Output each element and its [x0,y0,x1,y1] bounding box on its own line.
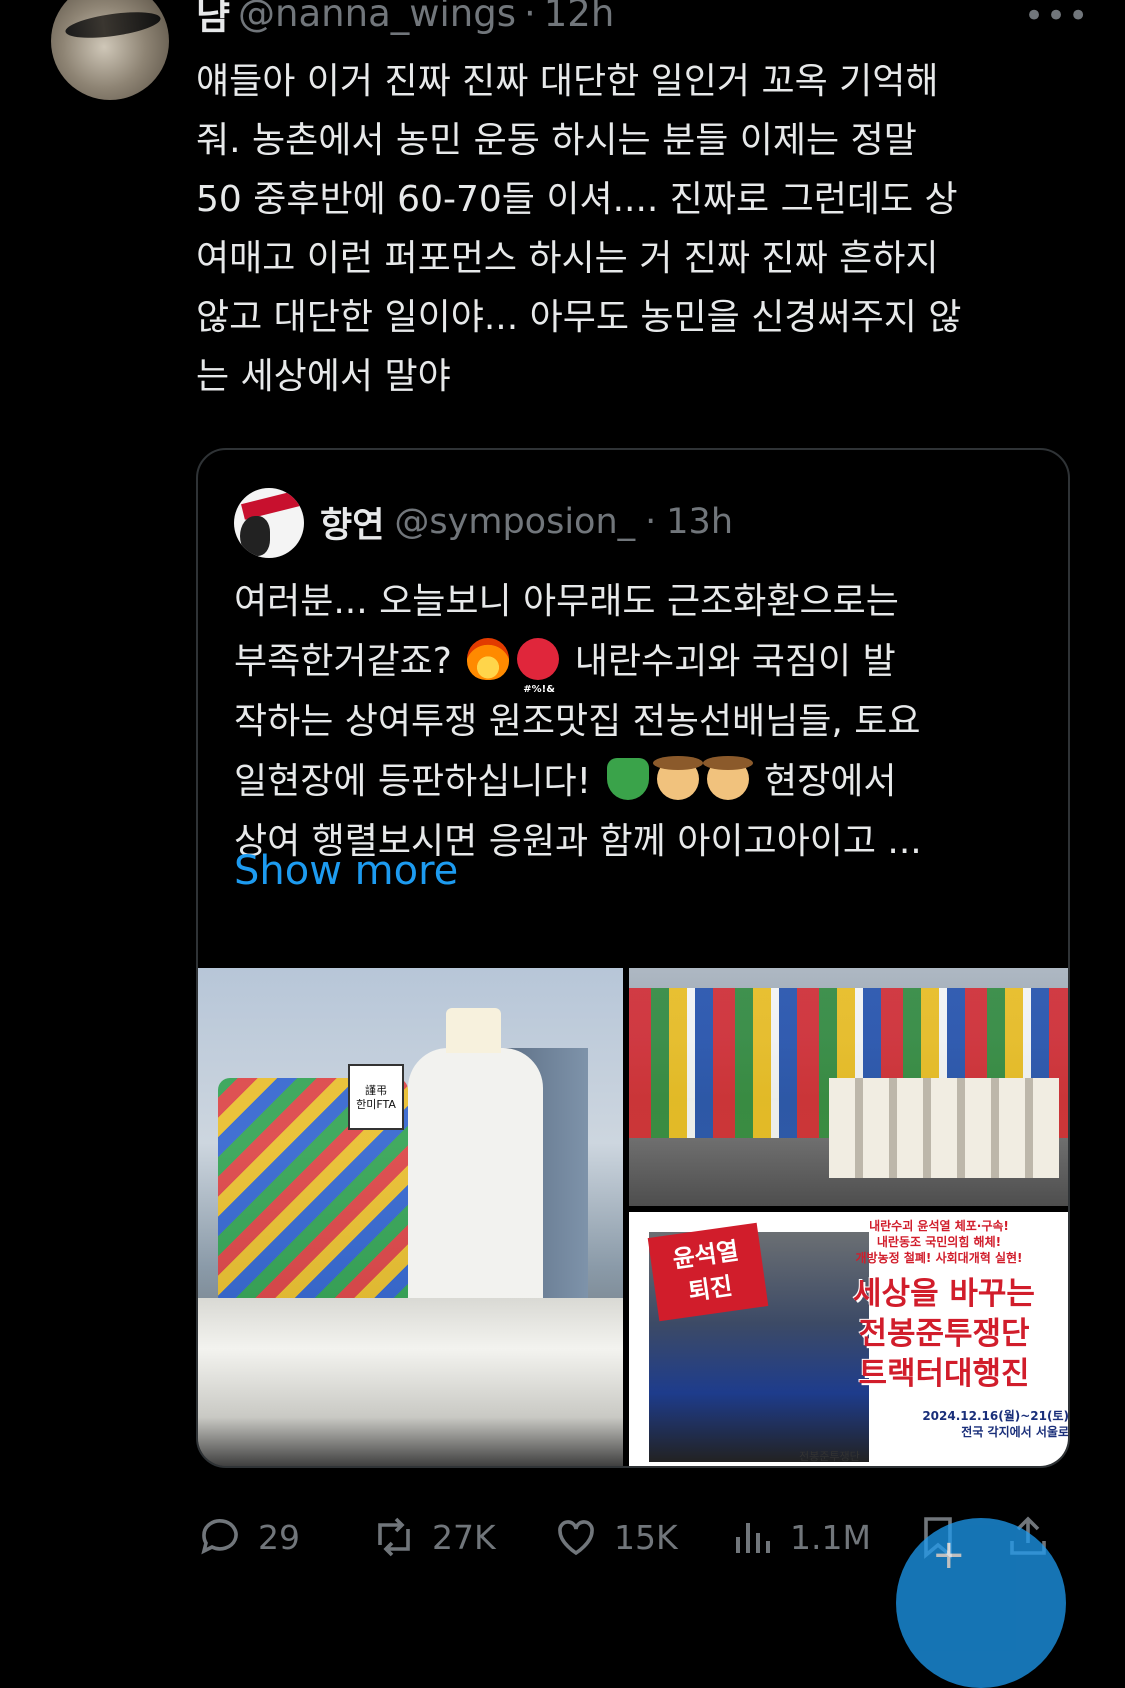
quoted-display-name[interactable]: 향연 [320,497,384,548]
quoted-line: 여러분... 오늘보니 아무래도 근조화환으로는 [234,581,899,622]
photo-procession-right[interactable] [629,968,1068,1206]
feather-image [63,7,163,43]
user-avatar[interactable] [51,0,169,100]
photo-sign-text: 謹弔 한미FTA [348,1064,404,1130]
photo-tractor-poster[interactable]: 윤석열 퇴진 내란수괴 윤석열 체포·구속! 내란동조 국민의힘 해체! 개방농… [629,1212,1069,1466]
like-count: 15K [614,1517,678,1557]
quoted-line: 일현장에 등판하십니다! [234,761,592,802]
tweet-text: 얘들아 이거 진짜 진짜 대단한 일인거 꼬옥 기억해 줘. 농촌에서 농민 운… [196,61,962,397]
quoted-line: 내란수괴와 국짐이 발 [574,641,896,682]
photo-procession-left[interactable]: 謹弔 한미FTA [198,968,623,1466]
angry-face-icon [517,638,560,720]
separator: · [645,502,657,542]
poster-stamp: 윤석열 퇴진 [647,1222,769,1322]
separator: · [524,0,536,35]
show-more-link[interactable]: Show more [234,848,458,894]
quoted-avatar[interactable] [234,488,304,558]
view-count: 1.1M [790,1517,871,1557]
media-grid: 謹弔 한미FTA 윤석열 퇴진 내란수괴 윤석열 체포·구속! 내란동조 국민의… [198,968,1069,1466]
reply-count: 29 [258,1517,300,1557]
repost-icon [378,1517,410,1557]
quoted-handle[interactable]: @symposion_ [394,502,635,542]
display-name[interactable]: 냠 [196,0,230,40]
poster-footer: 전봉준투쟁단 [799,1450,860,1463]
woman-farmer-icon [652,756,703,800]
quoted-line: 현장에서 [763,761,897,802]
quoted-timestamp: 13h [666,502,733,542]
user-handle[interactable]: @nanna_wings [238,0,516,35]
quoted-tweet[interactable]: 향연 @symposion_ · 13h 여러분... 오늘보니 아무래도 근조… [196,448,1070,1468]
heart-icon [558,1520,594,1556]
like-button[interactable]: 15K [552,1510,678,1564]
poster-slogans: 내란수괴 윤석열 체포·구속! 내란동조 국민의힘 해체! 개방농정 철폐! 사… [855,1219,1023,1265]
compose-plus-icon: + [932,1532,966,1578]
views-button[interactable]: 1.1M [728,1510,871,1564]
timestamp[interactable]: 12h [544,0,615,35]
tractor-icon [606,758,649,800]
more-options-icon[interactable]: ••• [1024,0,1090,36]
compose-button[interactable]: + [896,1518,1066,1688]
fire-icon [467,638,510,680]
tweet-header: 냠 @nanna_wings · 12h [196,0,614,38]
reply-button[interactable]: 29 [196,1510,300,1564]
quoted-line: 작하는 상여투쟁 원조맛집 전농선배님들, 토요 [234,701,921,742]
quoted-header: 향연 @symposion_ · 13h [320,496,733,548]
poster-headline: 세상을 바꾸는 전봉준투쟁단 트랙터대행진 [853,1276,1035,1392]
repost-button[interactable]: 27K [370,1510,496,1564]
poster-date: 2024.12.16(월)~21(토) 전국 각지에서 서울로 [922,1409,1069,1439]
views-icon [736,1523,770,1553]
man-farmer-icon [702,756,753,800]
quoted-line: 부족한거같죠? [234,641,452,682]
quoted-text: 여러분... 오늘보니 아무래도 근조화환으로는 부족한거같죠? 내란수괴와 국… [234,572,1054,872]
repost-count: 27K [432,1517,496,1557]
reply-icon [201,1519,238,1555]
